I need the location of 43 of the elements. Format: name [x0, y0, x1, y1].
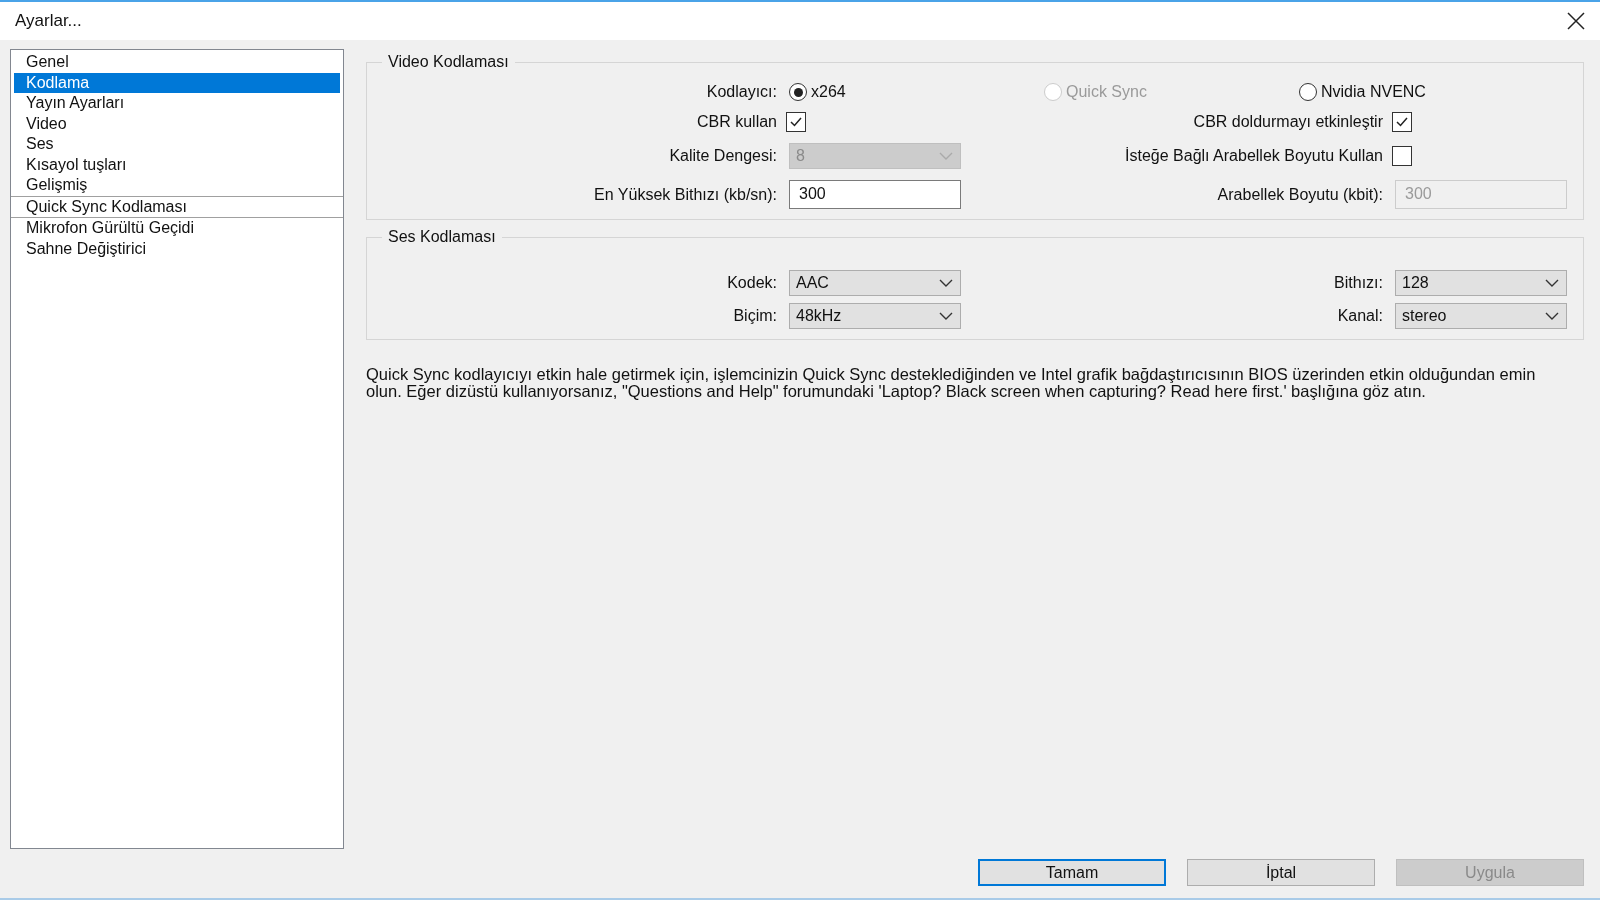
sidebar-item[interactable]: Genel: [14, 52, 340, 73]
field-label: İsteğe Bağlı Arabellek Boyutu Kullan: [1124, 147, 1383, 165]
chevron-down-icon: [938, 311, 954, 321]
field-label: Kalite Dengesi:: [668, 147, 777, 165]
input-field[interactable]: 300: [789, 180, 961, 209]
dialog-button[interactable]: İptal: [1187, 859, 1375, 886]
close-icon: [1566, 11, 1586, 31]
group-title: Video Kodlaması: [387, 53, 510, 71]
field-label: Arabellek Boyutu (kbit):: [1216, 185, 1383, 204]
checkbox[interactable]: [1392, 146, 1412, 166]
checkbox[interactable]: [786, 112, 806, 132]
group-title: Ses Kodlaması: [387, 228, 497, 246]
chevron-down-icon: [938, 151, 954, 161]
chevron-down-icon: [1544, 278, 1560, 288]
dropdown[interactable]: 48kHz: [789, 303, 961, 329]
field-label: Biçim:: [732, 307, 777, 325]
checkbox[interactable]: [1392, 112, 1412, 132]
sidebar-item[interactable]: Quick Sync Kodlaması: [14, 196, 340, 217]
sidebar-item[interactable]: Kısayol tuşları: [14, 154, 340, 175]
field-label: CBR kullan: [695, 113, 777, 131]
radio-option[interactable]: x264: [789, 83, 846, 101]
field-label: En Yüksek Bithızı (kb/sn):: [593, 185, 777, 204]
sidebar-item[interactable]: Gelişmiş: [14, 175, 340, 196]
sidebar-item[interactable]: Video: [14, 113, 340, 134]
field-label: CBR doldurmayı etkinleştir: [1192, 113, 1383, 131]
dialog-button[interactable]: Tamam: [978, 859, 1166, 886]
info-text: Quick Sync kodlayıcıyı etkin hale getirmek için, işlemcinizin Quick Sync desteklediğinden ve Intel grafik bağdaştırıcısının BIOS üzerinden etkin olduğundan emin olun. Eğer dizüstü kullanıyorsanız, "Questions and Help" forumundaki 'Laptop? Black screen when capturing? Read here first.' başlığına göz atın.: [366, 366, 1537, 399]
window-title: Ayarlar...: [15, 11, 82, 31]
field-label: Kanal:: [1336, 307, 1383, 325]
chevron-down-icon: [1544, 311, 1560, 321]
sidebar-item[interactable]: Yayın Ayarları: [14, 93, 340, 114]
dropdown[interactable]: stereo: [1395, 303, 1567, 329]
field-label: Kodlayıcı:: [705, 83, 777, 101]
sidebar-item[interactable]: Mikrofon Gürültü Geçidi: [14, 218, 340, 239]
dropdown[interactable]: AAC: [789, 270, 961, 296]
radio-option[interactable]: Nvidia NVENC: [1299, 83, 1426, 101]
chevron-down-icon: [938, 278, 954, 288]
dropdown[interactable]: 128: [1395, 270, 1567, 296]
field-label: Bithızı:: [1333, 274, 1383, 292]
field-label: Kodek:: [726, 274, 777, 292]
sidebar-item[interactable]: Kodlama: [14, 72, 340, 93]
sidebar-item[interactable]: Sahne Değiştirici: [14, 238, 340, 259]
sidebar-item[interactable]: Ses: [14, 134, 340, 155]
